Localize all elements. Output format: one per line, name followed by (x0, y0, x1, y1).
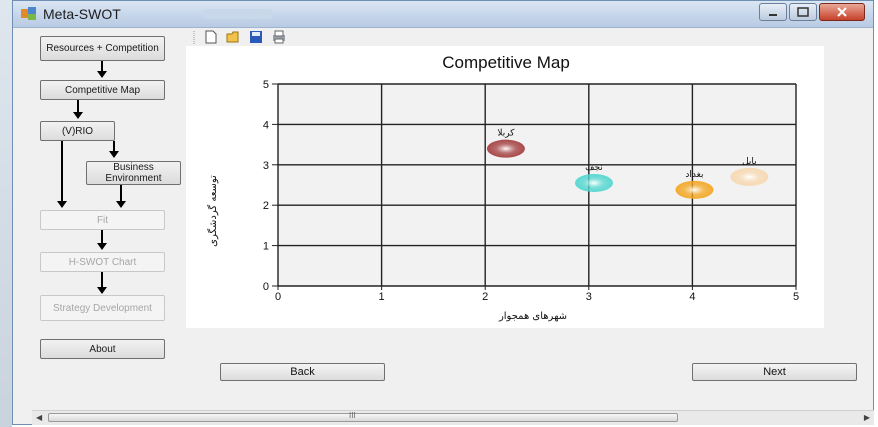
x-tick-label: 3 (586, 291, 592, 303)
x-tick-label: 0 (275, 291, 281, 303)
y-tick-label: 1 (263, 241, 269, 253)
x-tick-label: 2 (482, 291, 488, 303)
scroll-left-icon[interactable]: ◀ (36, 413, 42, 422)
x-axis-label: شهرهای همجوار (498, 311, 567, 322)
bubble-label: بابل (742, 157, 757, 167)
competitive-map-button[interactable]: Competitive Map (40, 80, 165, 100)
y-tick-label: 5 (263, 79, 269, 91)
chart-title: Competitive Map (442, 53, 570, 72)
window-title: Meta-SWOT (43, 6, 121, 22)
y-tick-label: 0 (263, 281, 269, 293)
horizontal-scrollbar[interactable]: ◀ III ▶ (32, 410, 874, 425)
arrow-head (109, 151, 119, 158)
app-icon (21, 7, 36, 20)
flow-arrow (101, 272, 103, 287)
save-icon[interactable] (248, 30, 264, 44)
close-button[interactable] (819, 3, 865, 21)
bubble-label: بغداد (685, 170, 703, 180)
bubble-4 (730, 167, 769, 186)
scrollbar-grip: III (349, 411, 356, 420)
y-tick-label: 4 (263, 119, 269, 131)
title-blur (203, 9, 273, 19)
print-icon[interactable] (271, 30, 287, 44)
flow-arrow (61, 141, 63, 201)
bubble-3 (675, 180, 714, 199)
arrow-head (73, 112, 83, 119)
maximize-button[interactable] (789, 3, 817, 21)
app-window: Meta-SWOT Resources + Competition Compet… (12, 0, 874, 425)
y-axis-label: توسعه گردشگری (207, 175, 219, 247)
vrio-button[interactable]: (V)RIO (40, 121, 115, 141)
x-tick-label: 5 (793, 291, 799, 303)
x-tick-label: 1 (379, 291, 385, 303)
fit-button[interactable]: Fit (40, 210, 165, 230)
toolbar-grip (193, 31, 195, 44)
minimize-icon (769, 14, 777, 16)
flow-arrow (113, 141, 115, 151)
back-button[interactable]: Back (220, 363, 385, 381)
arrow-head (97, 287, 107, 294)
minimize-button[interactable] (759, 3, 787, 21)
arrow-head (97, 243, 107, 250)
new-file-icon[interactable] (203, 30, 219, 44)
competitive-map-chart: Competitive Map شهرهای همجوار توسعه گردش… (207, 53, 799, 322)
arrow-head (57, 201, 67, 208)
resources-competition-button[interactable]: Resources + Competition (40, 36, 165, 61)
plot-area (278, 84, 796, 286)
about-button[interactable]: About (40, 339, 165, 359)
chart-panel: Competitive Map شهرهای همجوار توسعه گردش… (186, 46, 824, 328)
scroll-right-icon[interactable]: ▶ (864, 413, 870, 422)
bubble-label: نجف (585, 163, 603, 173)
arrow-head (116, 201, 126, 208)
scrollbar-thumb[interactable]: III (48, 411, 678, 422)
flow-arrow (120, 185, 122, 202)
bubble-2 (574, 173, 613, 192)
arrow-head (97, 71, 107, 78)
title-bar[interactable]: Meta-SWOT (13, 1, 873, 28)
flow-arrow (101, 230, 103, 243)
strategy-development-button[interactable]: Strategy Development (40, 295, 165, 321)
x-tick-label: 4 (689, 291, 695, 303)
business-environment-button[interactable]: Business Environment (86, 161, 181, 185)
desktop-edge (0, 0, 12, 427)
y-tick-label: 2 (263, 200, 269, 212)
maximize-icon (797, 7, 809, 17)
next-button[interactable]: Next (692, 363, 857, 381)
bubble-label: کربلا (497, 129, 515, 139)
y-tick-label: 3 (263, 160, 269, 172)
open-folder-icon[interactable] (226, 30, 242, 44)
close-icon (837, 7, 847, 17)
bubble-1 (486, 139, 525, 158)
h-swot-chart-button[interactable]: H-SWOT Chart (40, 252, 165, 272)
